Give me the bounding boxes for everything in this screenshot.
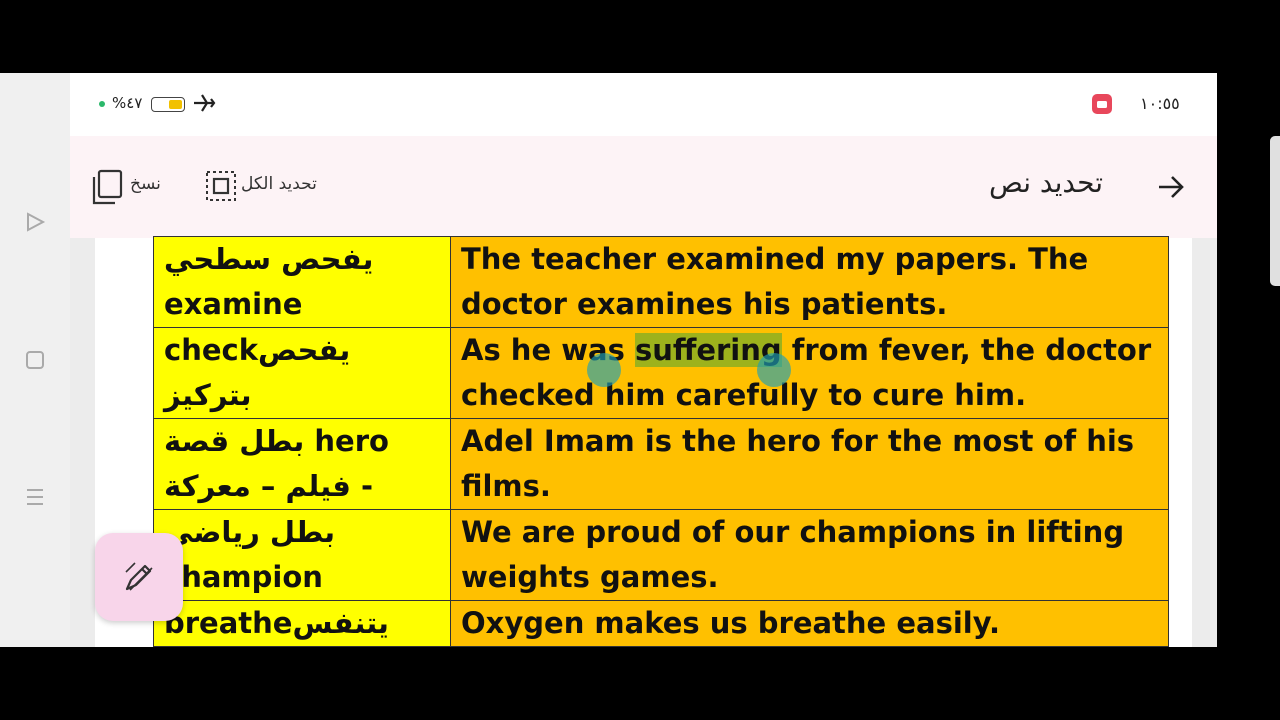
copy-label: نسخ [130,174,161,194]
vocabulary-table: يفحص سطحي examine The teacher examined m… [153,236,1169,647]
word-cell[interactable]: checkيفحص بتركيز [153,327,451,419]
clock: ١٠:٥٥ [1140,94,1180,113]
select-all-icon [206,171,236,201]
battery-icon [151,97,185,112]
edit-fab-button[interactable] [95,533,183,621]
status-bar: %٤٧ ١٠:٥٥ [70,73,1217,136]
battery-percent: %٤٧ [112,94,143,112]
table-row: breatheيتنفس Oxygen makes us breathe eas… [153,600,1169,647]
recents-menu-icon[interactable] [24,486,46,508]
select-all-button[interactable]: تحديد الكل [205,170,345,204]
text-selection-toolbar: نسخ تحديد الكل تحديد نص [70,136,1217,238]
select-all-label: تحديد الكل [241,174,317,194]
example-cell[interactable]: We are proud of our champions in lifting… [450,509,1169,601]
phone-screen: %٤٧ ١٠:٥٥ نسخ تحديد الكل تحديد نص يفحص س… [70,73,1217,647]
table-row: يفحص سطحي examine The teacher examined m… [153,236,1169,328]
airplane-icon [192,92,216,118]
word-cell[interactable]: يفحص سطحي examine [153,236,451,328]
scroll-handle[interactable] [1270,136,1280,286]
back-triangle-icon[interactable] [24,211,46,233]
document-page: يفحص سطحي examine The teacher examined m… [95,236,1192,647]
notification-dot [99,101,105,107]
example-cell[interactable]: Adel Imam is the hero for the most of hi… [450,418,1169,510]
example-cell-selected[interactable]: As he was suffering from fever, the doct… [450,327,1169,419]
example-cell[interactable]: The teacher examined my papers. The doct… [450,236,1169,328]
selection-end-handle[interactable] [757,353,791,387]
word-cell[interactable]: breatheيتنفس [153,600,451,647]
screen-record-icon [1092,94,1112,114]
pen-edit-icon [125,562,153,591]
toolbar-title: تحديد نص [988,166,1103,199]
selection-start-handle[interactable] [587,353,621,387]
example-cell[interactable]: Oxygen makes us breathe easily. [450,600,1169,647]
table-row: checkيفحص بتركيز As he was suffering fro… [153,327,1169,419]
word-cell[interactable]: بطل رياضي champion [153,509,451,601]
table-row: بطل قصة hero فيلم – معركة - Adel Imam is… [153,418,1169,510]
copy-icon [92,169,123,205]
forward-arrow-icon[interactable] [1156,172,1186,206]
side-nav-bar [0,73,70,647]
copy-button[interactable]: نسخ [90,168,170,206]
word-cell[interactable]: بطل قصة hero فيلم – معركة - [153,418,451,510]
table-row: بطل رياضي champion We are proud of our c… [153,509,1169,601]
home-square-icon[interactable] [24,349,46,371]
